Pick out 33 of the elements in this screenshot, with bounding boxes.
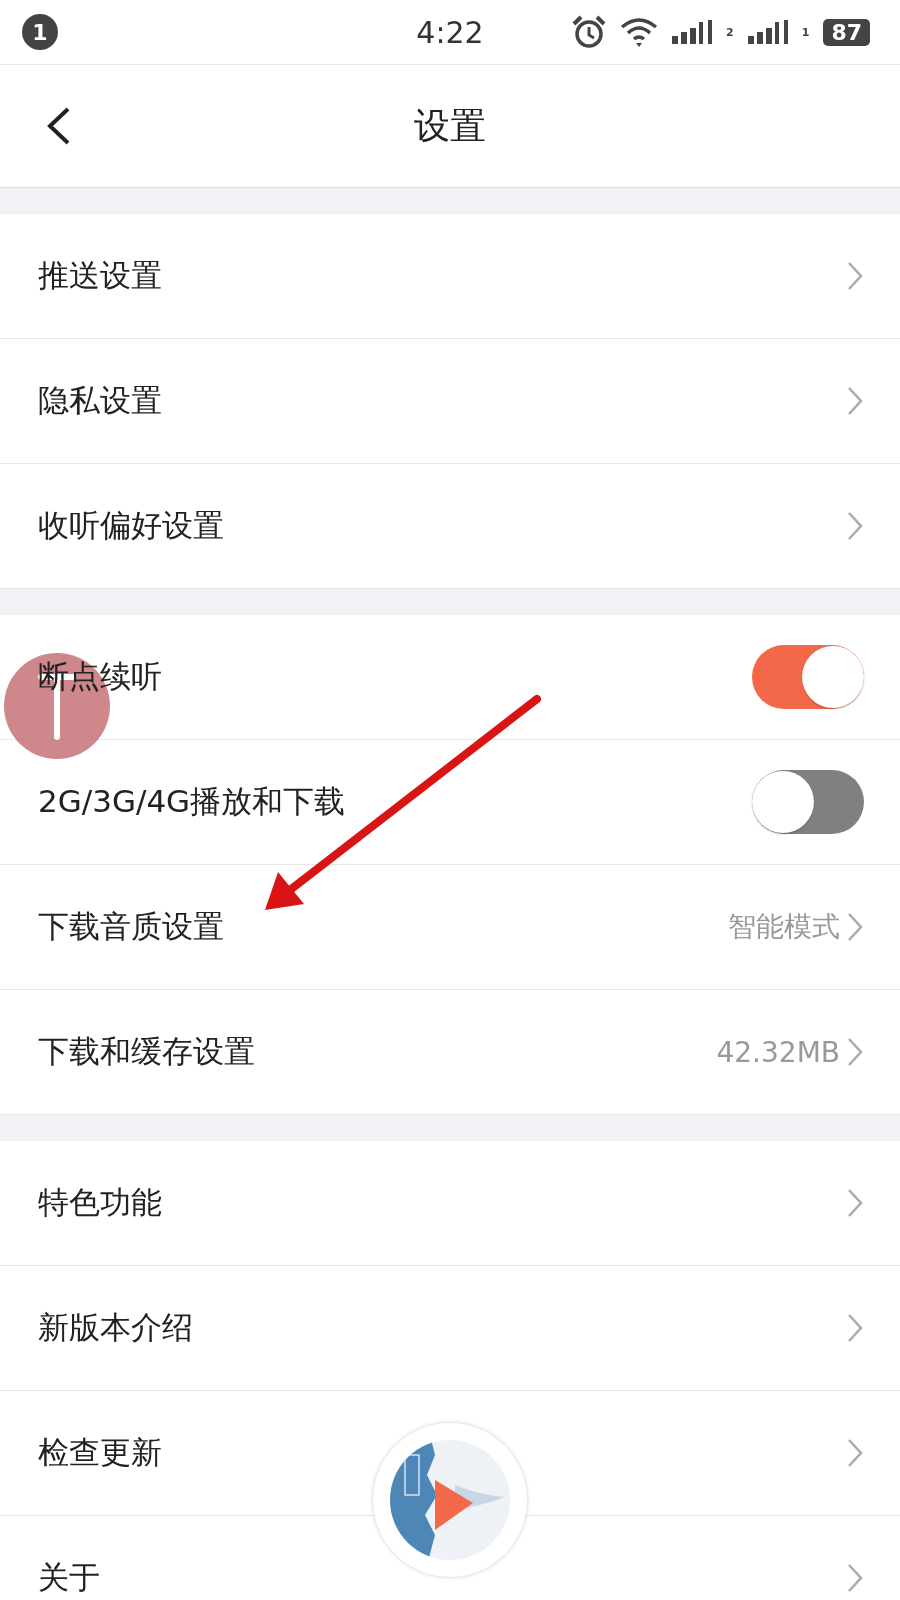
chevron-right-icon: [846, 1437, 864, 1469]
chevron-right-icon: [846, 1036, 864, 1068]
setting-label: 2G/3G/4G播放和下载: [38, 782, 346, 821]
setting-label: 检查更新: [38, 1433, 162, 1472]
setting-label: 隐私设置: [38, 381, 162, 420]
chevron-right-icon: [846, 1562, 864, 1594]
signal-icon: [747, 20, 788, 44]
sim-slot-label: 1: [801, 26, 810, 38]
notification-badge: 1: [22, 14, 58, 50]
chevron-right-icon: [846, 1312, 864, 1344]
setting-label: 下载和缓存设置: [38, 1032, 255, 1071]
wifi-icon: [620, 17, 659, 47]
signal-icon: [672, 20, 713, 44]
toggle-switch[interactable]: [752, 770, 864, 834]
setting-label: 关于: [38, 1558, 100, 1597]
chevron-right-icon: [846, 911, 864, 943]
setting-value: 智能模式: [728, 909, 840, 945]
battery-level: 87: [823, 18, 870, 46]
setting-label: 特色功能: [38, 1183, 162, 1222]
alarm-icon: [572, 15, 607, 49]
chevron-right-icon: [846, 1187, 864, 1219]
clock-time: 4:22: [416, 14, 484, 50]
setting-label: 下载音质设置: [38, 907, 224, 946]
setting-value: 42.32MB: [716, 1035, 840, 1069]
chevron-right-icon: [846, 385, 864, 417]
chevron-right-icon: [846, 510, 864, 542]
setting-label: 收听偏好设置: [38, 506, 224, 545]
chevron-right-icon: [846, 260, 864, 292]
setting-label: 推送设置: [38, 256, 162, 295]
page-title: 设置: [414, 103, 486, 148]
sim-slot-label: 2: [726, 26, 734, 38]
toggle-switch[interactable]: [752, 645, 864, 709]
setting-label: 新版本介绍: [38, 1308, 193, 1347]
